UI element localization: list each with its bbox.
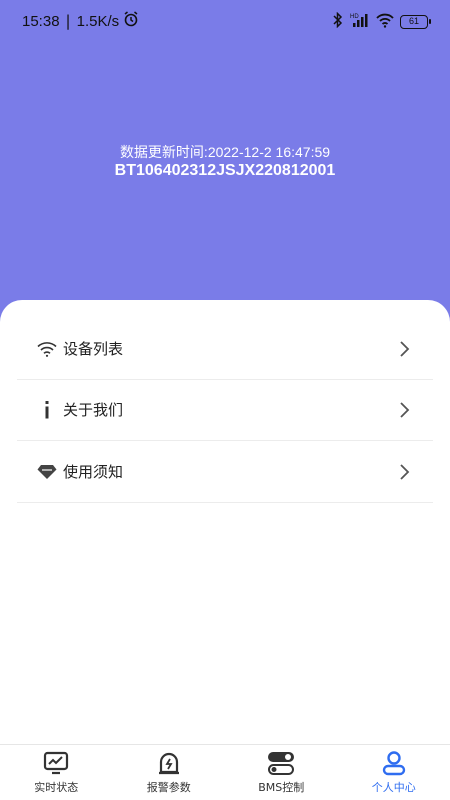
chevron-right-icon [397,463,413,481]
chevron-right-icon [397,401,413,419]
status-net-speed: 1.5K/s [76,12,120,30]
wifi-icon [35,337,59,361]
tab-label: BMS控制 [258,781,305,794]
tab-personal-center[interactable]: 个人中心 [338,745,450,800]
alarm-icon [123,11,139,31]
battery-icon: 61 [400,15,431,29]
bluetooth-icon [332,11,344,32]
menu-item-about-us[interactable]: 关于我们 [17,379,433,441]
header-background: 15:38 | 1.5K/s HD 61 数据更新时间:2022-12-2 16… [0,0,450,330]
status-time: 15:38 [22,12,60,30]
menu-item-device-list[interactable]: 设备列表 [17,318,433,380]
tab-alarm-params[interactable]: 报警参数 [113,745,226,800]
svg-text:HD: HD [350,14,359,20]
tab-realtime-status[interactable]: 实时状态 [0,745,113,800]
status-bar: 15:38 | 1.5K/s HD 61 [0,0,450,42]
menu-item-label: 关于我们 [63,401,124,419]
chevron-right-icon [397,340,413,358]
menu-item-label: 使用须知 [63,463,124,481]
monitor-icon [42,749,70,777]
menu-item-usage-notice[interactable]: 使用须知 [17,441,433,503]
status-separator: | [65,12,71,30]
wifi-icon [376,12,394,32]
data-update-time: 数据更新时间:2022-12-2 16:47:59 [119,144,331,160]
diamond-icon [35,460,59,484]
alarm-bell-icon [155,749,183,777]
bottom-tab-bar: 实时状态 报警参数 BMS控制 个人中心 [0,744,450,800]
info-icon [35,398,59,422]
tab-label: 报警参数 [146,781,191,794]
tab-label: 个人中心 [371,781,416,794]
user-icon [380,749,408,777]
toggle-icon [267,749,295,777]
menu-item-label: 设备列表 [63,340,124,358]
device-id: BT106402312JSJX220812001 [114,162,336,179]
signal-hd-icon: HD [350,12,370,32]
tab-label: 实时状态 [34,781,79,794]
tab-bms-control[interactable]: BMS控制 [225,745,338,800]
menu-card: 设备列表 关于我们 使用须知 [0,300,450,744]
